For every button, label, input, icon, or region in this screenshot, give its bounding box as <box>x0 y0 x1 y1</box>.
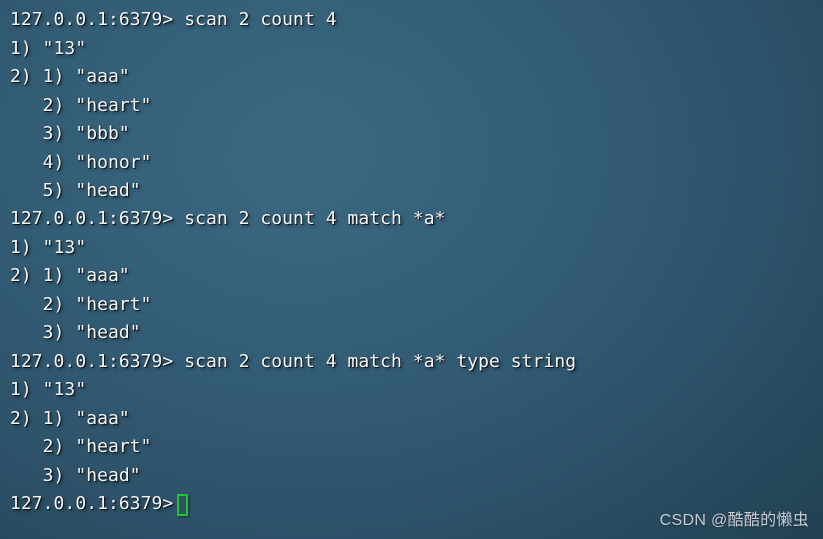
terminal-output-area[interactable]: 127.0.0.1:6379> scan 2 count 4 1) "13" 2) … <box>0 0 823 539</box>
terminal-line-output: 3) "head" <box>10 465 141 486</box>
terminal-line-output: 3) "bbb" <box>10 123 130 144</box>
terminal-line-output: 4) "honor" <box>10 152 152 173</box>
terminal-line-command: 127.0.0.1:6379> scan 2 count 4 match *a* <box>10 208 446 229</box>
terminal-line-output: 1) "13" <box>10 379 87 400</box>
terminal-line-output: 3) "head" <box>10 322 141 343</box>
terminal-line-output: 2) 1) "aaa" <box>10 66 130 87</box>
terminal-line-output: 2) "heart" <box>10 95 152 116</box>
terminal-line-output: 5) "head" <box>10 180 141 201</box>
terminal-line-command: 127.0.0.1:6379> scan 2 count 4 <box>10 9 337 30</box>
terminal-line-output: 2) "heart" <box>10 294 152 315</box>
terminal-window: 127.0.0.1:6379> scan 2 count 4 1) "13" 2) … <box>0 0 823 539</box>
csdn-watermark: CSDN @酷酷的懒虫 <box>659 512 809 529</box>
terminal-line-prompt: 127.0.0.1:6379> <box>10 493 174 514</box>
terminal-line-output: 1) "13" <box>10 237 87 258</box>
text-cursor <box>177 494 188 516</box>
terminal-line-output: 2) 1) "aaa" <box>10 265 130 286</box>
terminal-line-output: 2) 1) "aaa" <box>10 408 130 429</box>
terminal-line-command: 127.0.0.1:6379> scan 2 count 4 match *a*… <box>10 351 577 372</box>
terminal-line-output: 1) "13" <box>10 38 87 59</box>
terminal-line-output: 2) "heart" <box>10 436 152 457</box>
